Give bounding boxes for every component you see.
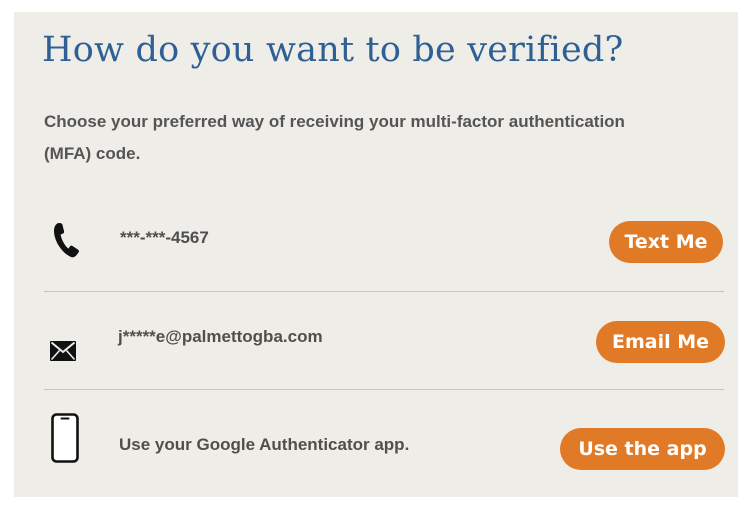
option-email: j*****e@palmettogba.com Email Me: [44, 303, 725, 401]
envelope-icon: [50, 341, 76, 361]
use-app-button[interactable]: Use the app: [560, 428, 725, 470]
smartphone-icon: [51, 413, 79, 463]
phone-number-masked: ***-***-4567: [120, 228, 209, 247]
divider: [44, 291, 724, 292]
text-me-button[interactable]: Text Me: [609, 221, 723, 263]
email-address-masked: j*****e@palmettogba.com: [118, 327, 323, 346]
divider: [44, 389, 724, 390]
option-phone: ***-***-4567 Text Me: [44, 210, 724, 302]
page-title: How do you want to be verified?: [42, 30, 624, 70]
email-me-button[interactable]: Email Me: [596, 321, 725, 363]
verification-panel: How do you want to be verified? Choose y…: [14, 12, 738, 497]
option-authenticator-app: Use your Google Authenticator app. Use t…: [44, 402, 725, 497]
description-text: Choose your preferred way of receiving y…: [44, 112, 625, 163]
authenticator-app-text: Use your Google Authenticator app.: [119, 435, 410, 454]
phone-icon: [54, 223, 79, 258]
